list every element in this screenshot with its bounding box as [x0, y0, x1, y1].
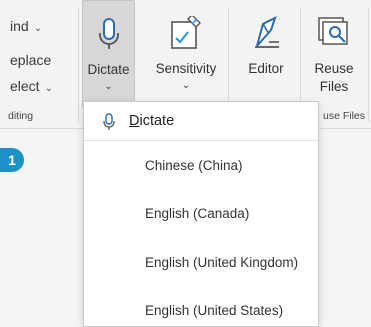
- language-item-english-uk[interactable]: English (United Kingdom): [145, 255, 298, 270]
- reuse-files-label: Files: [319, 79, 349, 94]
- group-separator: [78, 8, 79, 122]
- select-button[interactable]: elect ⌄: [10, 78, 53, 94]
- dictate-label: Dictate: [87, 62, 130, 77]
- chevron-down-icon[interactable]: ⌄: [83, 81, 134, 92]
- reuse-files-group-label: use Files: [323, 110, 366, 122]
- reuse-files-button[interactable]: Reuse Files: [308, 0, 360, 108]
- microphone-icon: [102, 113, 116, 136]
- find-button[interactable]: ind ⌄: [10, 18, 42, 34]
- editing-group: ind ⌄ eplace elect ⌄: [0, 10, 78, 122]
- reuse-label: Reuse: [314, 61, 354, 76]
- select-label: elect: [10, 78, 40, 94]
- menu-item-dictate[interactable]: Dictate: [84, 102, 318, 140]
- editing-group-label: diting: [8, 110, 34, 122]
- language-item-english-canada[interactable]: English (Canada): [145, 206, 249, 221]
- menu-divider: [84, 140, 318, 141]
- reuse-files-icon: [317, 16, 351, 53]
- chevron-down-icon: ⌄: [33, 23, 43, 34]
- replace-label: eplace: [10, 52, 52, 68]
- menu-item-label: Dictate: [129, 113, 175, 129]
- chevron-down-icon[interactable]: ⌄: [150, 80, 222, 91]
- dictate-button[interactable]: Dictate ⌄: [82, 0, 135, 108]
- language-item-english-us[interactable]: English (United States): [145, 303, 283, 318]
- language-item-chinese-china[interactable]: Chinese (China): [145, 158, 243, 173]
- sensitivity-label: Sensitivity: [155, 61, 217, 76]
- microphone-icon: [97, 17, 121, 58]
- editor-pen-icon: [249, 16, 283, 55]
- dictate-dropdown-menu: Dictate Chinese (China) English (Canada)…: [83, 101, 319, 327]
- chevron-down-icon: ⌄: [44, 83, 53, 94]
- find-label: ind: [10, 18, 29, 34]
- editor-label: Editor: [248, 61, 284, 76]
- replace-button[interactable]: eplace: [10, 52, 51, 68]
- group-separator: [368, 8, 369, 122]
- step-callout-badge: 1: [0, 148, 24, 172]
- sensitivity-icon: [170, 14, 202, 55]
- editor-button[interactable]: Editor: [240, 0, 292, 108]
- sensitivity-button[interactable]: Sensitivity ⌄: [150, 0, 222, 108]
